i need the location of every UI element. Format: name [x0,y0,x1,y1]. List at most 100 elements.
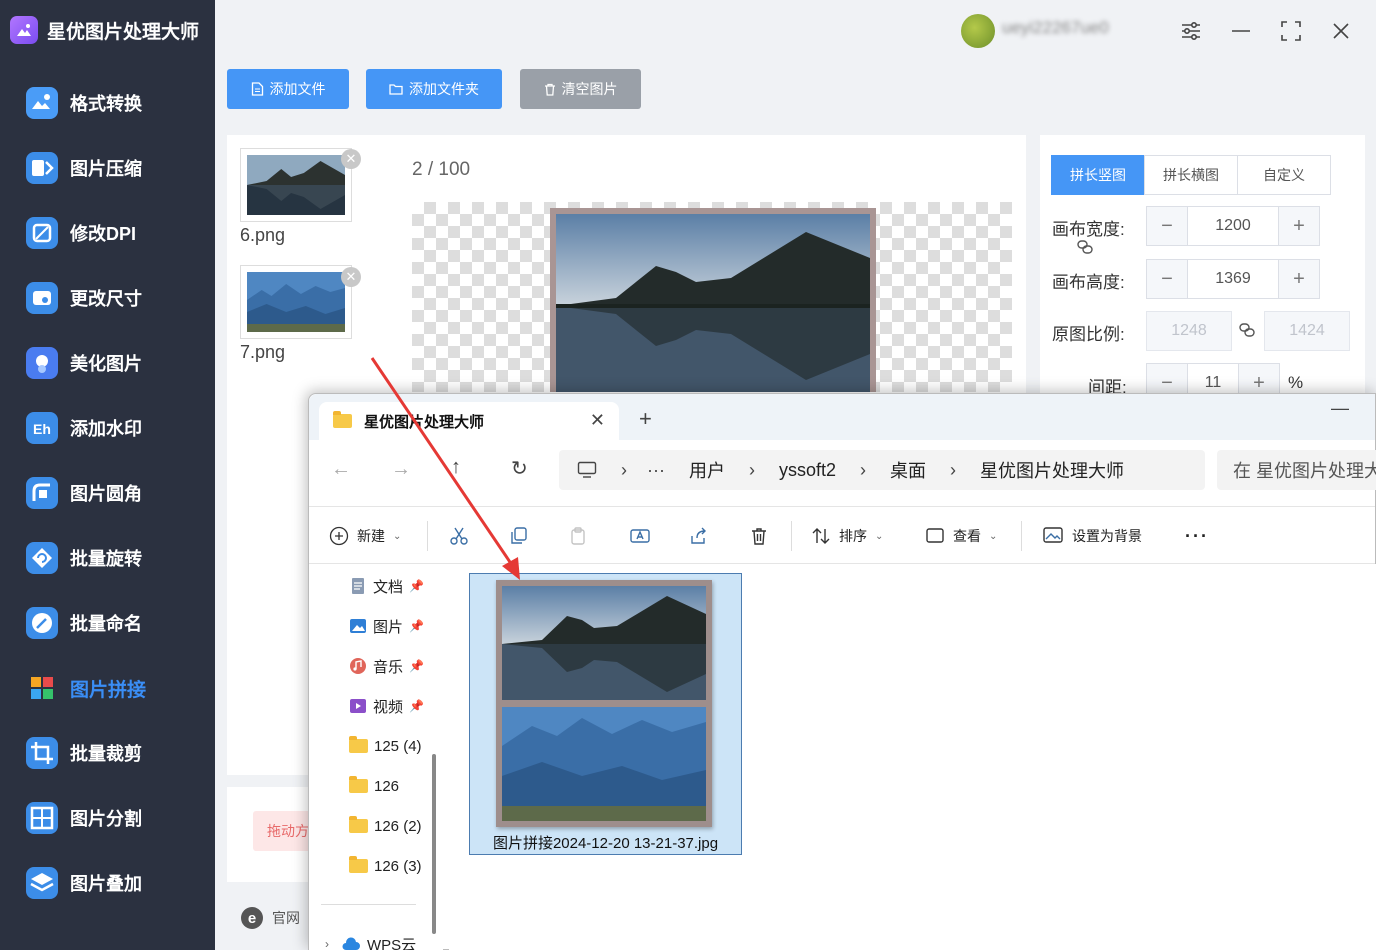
remove-file-icon[interactable]: ✕ [341,267,361,287]
minimize-icon[interactable] [1226,16,1256,46]
nav-item[interactable]: › WPS云 [325,924,416,950]
up-arrow-icon[interactable]: ↑ [451,456,461,479]
chevron-right-icon: › [950,459,957,480]
view-button[interactable]: 查看 ⌄ [925,507,997,565]
sort-label: 排序 [839,528,867,544]
add-file-button[interactable]: 添加文件 [227,69,349,109]
chevron-down-icon: ⌄ [875,530,884,542]
user-avatar[interactable] [961,14,995,48]
sidebar-item-resize[interactable]: 更改尺寸 [0,273,215,323]
rename-icon[interactable] [629,507,651,565]
sidebar-item-split[interactable]: 图片分割 [0,793,215,843]
stitched-image-file[interactable]: 图片拼接2024-12-20 13-21-37.jpg [469,573,742,855]
remove-file-icon[interactable]: ✕ [341,149,361,169]
resize-icon [26,282,58,314]
folder-icon [349,776,368,793]
nav-item[interactable]: 图片 📌 [349,606,424,646]
wallpaper-icon [1043,527,1063,543]
beautify-icon [26,347,58,379]
chevron-right-icon[interactable]: › [325,937,329,950]
nav-item-label: WPS云 [367,936,417,950]
more-options-icon[interactable]: ··· [1185,507,1209,565]
nav-item[interactable]: 视频 📌 [349,686,424,726]
more-icon[interactable]: ··· [647,460,665,481]
sidebar-item-layer[interactable]: 图片叠加 [0,858,215,908]
folder-icon [349,856,368,873]
explorer-tab[interactable]: 星优图片处理大师 ✕ [319,402,619,440]
sidebar-item-label: 批量旋转 [70,549,142,569]
file-icon [251,82,263,96]
minimize-icon[interactable]: — [1331,398,1349,419]
share-icon[interactable] [689,507,709,565]
view-label: 查看 [953,528,981,544]
rename-icon [26,607,58,639]
nav-item-label: 音乐 [373,658,404,676]
copy-icon[interactable] [509,507,529,565]
canvas-height-stepper[interactable]: − 1369 + [1146,259,1320,299]
decrease-button[interactable]: − [1147,207,1187,245]
sidebar-item-crop[interactable]: 批量裁剪 [0,728,215,778]
sidebar-item-image-convert[interactable]: 格式转换 [0,78,215,128]
settings-sliders-icon[interactable] [1176,16,1206,46]
sidebar-item-compress[interactable]: 图片压缩 [0,143,215,193]
official-site-link[interactable]: e 官网 [240,906,300,930]
file-thumbnail[interactable] [240,148,352,222]
sidebar-item-rename[interactable]: 批量命名 [0,598,215,648]
paste-icon[interactable] [569,507,589,565]
nav-item[interactable]: 126 (3) [349,846,422,886]
sidebar-item-stitch[interactable]: 图片拼接 [0,663,215,713]
sidebar-item-round-corner[interactable]: 图片圆角 [0,468,215,518]
pin-icon: 📌 [409,699,424,713]
nav-item[interactable]: 125 (4) [349,726,422,766]
cut-icon[interactable] [449,507,469,565]
nav-item[interactable]: 126 [349,766,399,806]
new-tab-icon[interactable]: + [639,406,652,432]
sidebar-item-rotate[interactable]: 批量旋转 [0,533,215,583]
maximize-icon[interactable] [1276,16,1306,46]
add-folder-label: 添加文件夹 [409,81,479,97]
sidebar-item-beautify[interactable]: 美化图片 [0,338,215,388]
app-title: 星优图片处理大师 [10,14,199,46]
nav-item[interactable]: 文档 📌 [349,566,424,606]
scrollbar[interactable] [432,754,436,934]
close-tab-icon[interactable]: ✕ [590,410,605,431]
new-label: 新建 [357,528,385,544]
canvas-width-value[interactable]: 1200 [1187,207,1279,245]
search-input[interactable]: 在 星优图片处理大 [1217,450,1376,490]
file-thumbnail[interactable] [240,265,352,339]
app-sidebar: 星优图片处理大师 格式转换图片压缩修改DPI 更改尺寸美化图片 Eh 添加水印 图片圆角… [0,0,215,950]
refresh-icon[interactable]: ↻ [511,456,528,481]
explorer-file-area: 图片拼接2024-12-20 13-21-37.jpg [449,564,1376,950]
close-icon[interactable] [1326,16,1356,46]
canvas-height-value[interactable]: 1369 [1187,260,1279,298]
tab-custom[interactable]: 自定义 [1237,155,1331,195]
forward-arrow-icon[interactable]: → [391,458,411,481]
clear-images-button[interactable]: 清空图片 [520,69,641,109]
canvas-width-stepper[interactable]: − 1200 + [1146,206,1320,246]
breadcrumb[interactable]: › ··· 用户 › yssoft2 › 桌面 › 星优图片处理大师 [559,450,1205,490]
breadcrumb-item[interactable]: yssoft2 [779,460,836,481]
nav-item[interactable]: 126 (2) [349,806,422,846]
nav-item[interactable]: 音乐 📌 [349,646,424,686]
breadcrumb-item[interactable]: 用户 [689,457,725,483]
file-explorer-window: 星优图片处理大师 ✕ + — ← → ↑ ↻ › ··· 用户 › yssoft… [308,393,1376,950]
increase-button[interactable]: + [1279,207,1319,245]
sort-button[interactable]: 排序 ⌄ [811,507,883,565]
new-button[interactable]: 新建 ⌄ [329,507,401,565]
decrease-button[interactable]: − [1147,260,1187,298]
sidebar-item-watermark[interactable]: Eh 添加水印 [0,403,215,453]
tab-vertical[interactable]: 拼长竖图 [1051,155,1145,195]
tab-horizontal[interactable]: 拼长横图 [1144,155,1238,195]
add-folder-button[interactable]: 添加文件夹 [366,69,502,109]
increase-button[interactable]: + [1279,260,1319,298]
ie-browser-icon: e [241,907,263,929]
ratio-label: 原图比例: [1052,325,1125,344]
link-icon[interactable] [1076,239,1094,260]
delete-icon[interactable] [749,507,769,565]
back-arrow-icon[interactable]: ← [331,458,351,481]
sidebar-item-dpi[interactable]: 修改DPI [0,208,215,258]
set-background-button[interactable]: 设置为背景 [1042,507,1142,565]
breadcrumb-item[interactable]: 桌面 [890,457,926,483]
breadcrumb-item[interactable]: 星优图片处理大师 [980,457,1124,483]
counter-separator: / [422,159,439,180]
